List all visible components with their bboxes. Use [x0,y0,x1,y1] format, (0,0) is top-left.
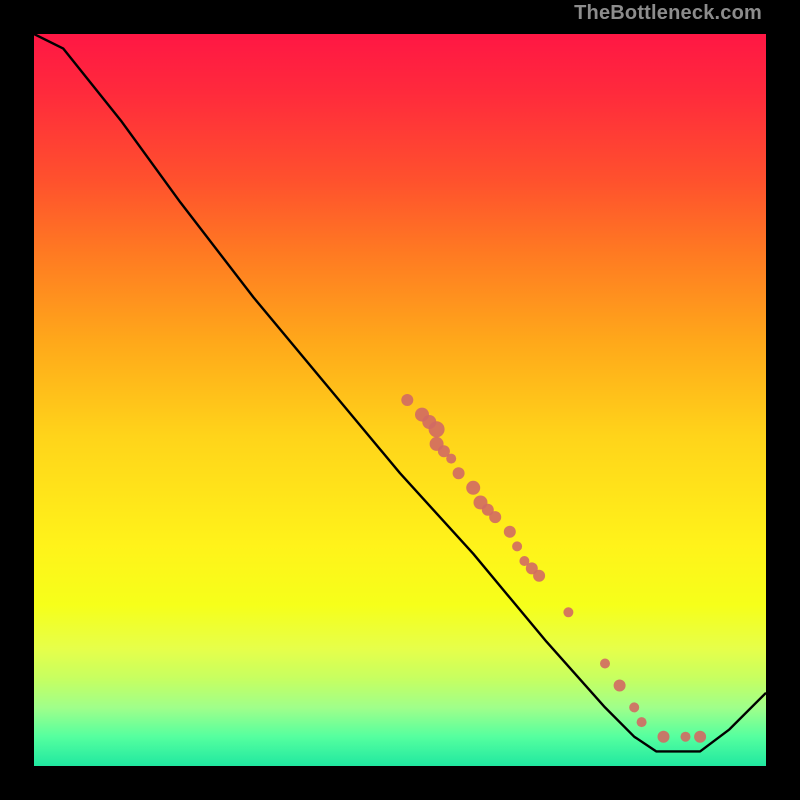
data-marker [504,526,516,538]
data-marker [658,731,670,743]
data-marker [533,570,545,582]
data-marker [512,541,522,551]
data-marker [629,702,639,712]
data-marker [466,481,480,495]
data-markers [401,394,706,743]
watermark-text: TheBottleneck.com [574,2,762,25]
data-marker [429,421,445,437]
data-marker [563,607,573,617]
data-marker [489,511,501,523]
data-marker [401,394,413,406]
data-marker [694,731,706,743]
chart-svg [34,34,766,766]
data-marker [614,680,626,692]
data-marker [453,467,465,479]
data-marker [600,659,610,669]
data-marker [446,454,456,464]
chart-plot-area [34,34,766,766]
data-marker [681,732,691,742]
bottleneck-curve [34,34,766,751]
data-marker [637,717,647,727]
